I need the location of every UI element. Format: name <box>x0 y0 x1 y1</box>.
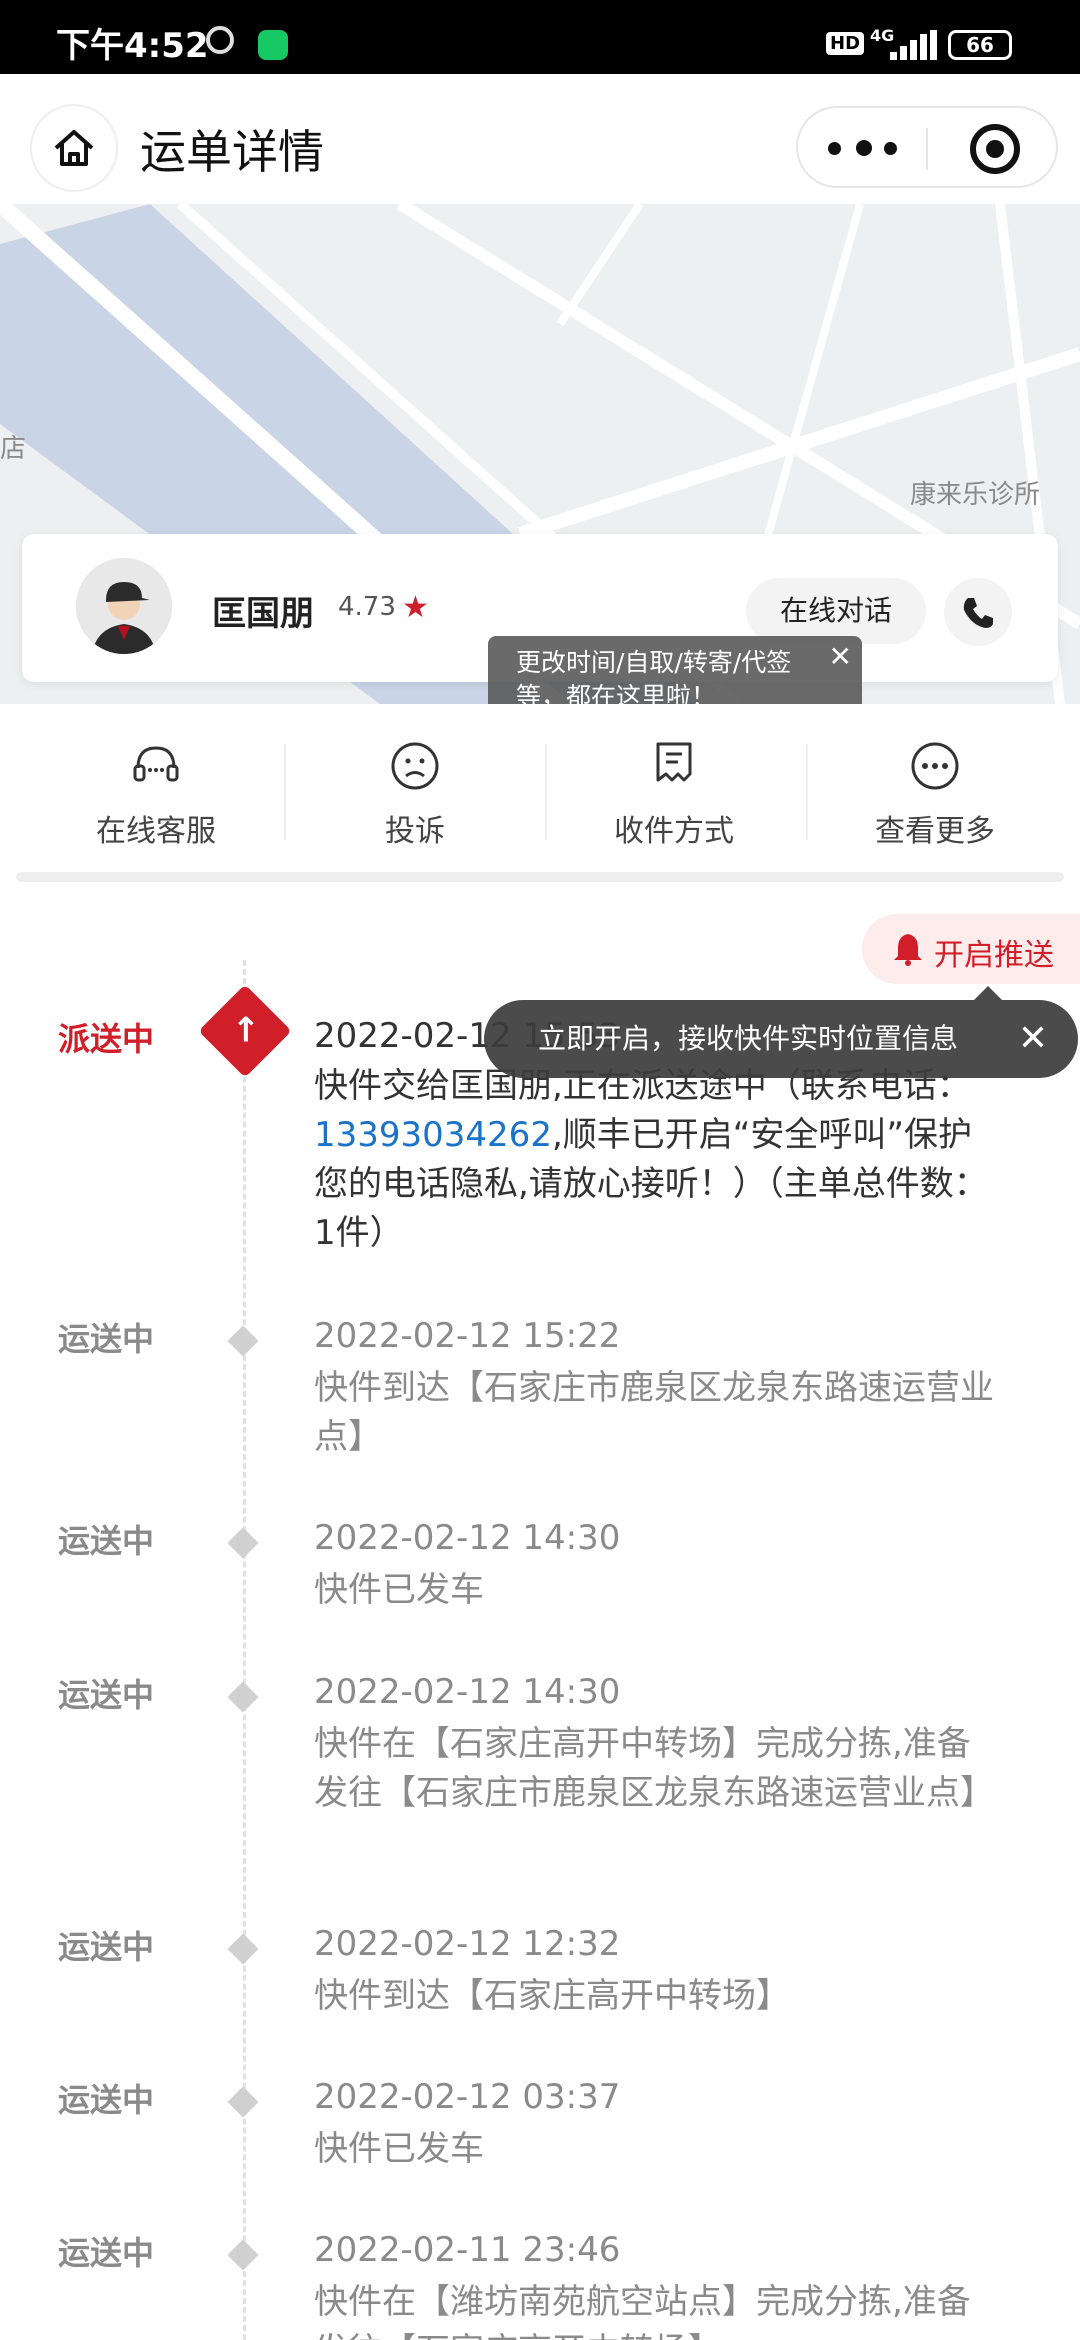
timeline-status: 运送中 <box>58 1522 155 1560</box>
courier-phone-link[interactable]: 13393034262 <box>314 1115 552 1155</box>
enable-push-button[interactable]: 开启推送 <box>862 914 1080 984</box>
section-divider <box>16 872 1064 882</box>
timeline-time: 2022-02-12 12:32 <box>314 1924 621 1964</box>
timeline-dot <box>227 1681 259 1713</box>
status-time: 下午4:52 <box>56 26 209 66</box>
status-bar: 下午4:52 HD 4G 66 <box>0 0 1080 74</box>
timeline-status: 派送中 <box>58 1020 155 1058</box>
hd-icon: HD <box>826 32 865 55</box>
capsule-divider <box>926 128 928 170</box>
timeline-time: 2022-02-12 03:37 <box>314 2077 621 2117</box>
tooltip-arrow <box>974 986 1002 1000</box>
timeline-status: 运送中 <box>58 1928 155 1966</box>
complaint-button[interactable]: 投诉 <box>285 740 545 850</box>
close-icon[interactable]: ✕ <box>1018 1000 1048 1078</box>
timeline-status: 运送中 <box>58 1676 155 1714</box>
timeline-dot <box>227 1933 259 1965</box>
tooltip-text: 立即开启，接收快件实时位置信息 <box>538 1022 959 1055</box>
receive-method-button[interactable]: 收件方式 <box>544 740 804 850</box>
timeline-dot <box>227 2239 259 2271</box>
action-label: 收件方式 <box>614 814 734 849</box>
receipt-edit-icon <box>648 740 700 792</box>
sad-face-icon <box>389 740 441 792</box>
map-label: 店 <box>0 434 27 464</box>
signal-icon <box>890 30 938 60</box>
timeline-status: 运送中 <box>58 2234 155 2272</box>
courier-avatar <box>76 558 172 654</box>
close-icon[interactable]: ✕ <box>829 640 852 674</box>
online-chat-button[interactable]: 在线对话 <box>746 578 926 644</box>
home-icon <box>54 130 94 166</box>
timeline-time: 2022-02-12 14:30 <box>314 1672 621 1712</box>
customer-service-button[interactable]: 在线客服 <box>26 740 286 850</box>
timeline-desc: 快件已发车 <box>314 1570 484 1610</box>
phone-icon <box>963 598 993 628</box>
star-icon: ★ <box>402 590 429 625</box>
mini-program-capsule <box>796 106 1058 188</box>
timeline-dot <box>227 1527 259 1559</box>
app-header: 运单详情 <box>0 74 1080 204</box>
call-courier-button[interactable] <box>944 578 1012 646</box>
tooltip-text: 更改时间/自取/转寄/代签等，都在这里啦！ <box>516 648 792 711</box>
delivering-icon: ↑ <box>198 984 292 1078</box>
page-title: 运单详情 <box>140 125 324 179</box>
view-more-button[interactable]: 查看更多 <box>805 740 1065 850</box>
more-circle-icon <box>909 740 961 792</box>
push-label: 开启推送 <box>934 938 1054 973</box>
timeline-time: 2022-02-12 15:22 <box>314 1316 621 1356</box>
timeline-desc: 快件在【潍坊南苑航空站点】完成分拣,准备发往【石家庄高开中转场】 <box>314 2282 971 2340</box>
timeline-status: 运送中 <box>58 2081 155 2119</box>
battery-icon: 66 <box>948 30 1012 60</box>
action-label: 查看更多 <box>875 814 995 849</box>
timeline-desc: 快件到达【石家庄市鹿泉区龙泉东路速运营业点】 <box>314 1368 994 1457</box>
bell-icon <box>894 934 922 966</box>
action-label: 投诉 <box>385 814 445 849</box>
timeline-dot <box>227 1325 259 1357</box>
actions-row: 在线客服 投诉 收件方式 查看更多 <box>0 704 1080 874</box>
timeline-desc: 快件到达【石家庄高开中转场】 <box>314 1976 790 2016</box>
timeline-desc: 快件交给匡国朋,正在派送途中（联系电话：13393034262,顺丰已开启“安全… <box>314 1062 994 1258</box>
headset-icon <box>130 740 182 792</box>
push-tip-tooltip: 立即开启，接收快件实时位置信息 ✕ <box>484 986 1078 1078</box>
alarm-icon <box>206 26 234 54</box>
timeline-line <box>243 960 246 2340</box>
close-mini-program-button[interactable] <box>970 124 1020 174</box>
home-button[interactable] <box>32 106 116 190</box>
timeline-time: 2022-02-11 23:46 <box>314 2230 621 2270</box>
courier-rating: 4.73 <box>338 592 396 622</box>
call-app-icon <box>258 30 288 60</box>
map-label: 康来乐诊所 <box>910 480 1041 510</box>
timeline-dot <box>227 2086 259 2118</box>
timeline-status: 运送中 <box>58 1320 155 1358</box>
courier-name: 匡国朋 <box>212 594 314 634</box>
timeline-desc: 快件在【石家庄高开中转场】完成分拣,准备发往【石家庄市鹿泉区龙泉东路速运营业点】 <box>314 1724 994 1813</box>
timeline-time: 2022-02-12 14:30 <box>314 1518 621 1558</box>
timeline-desc: 快件已发车 <box>314 2129 484 2169</box>
action-label: 在线客服 <box>96 814 216 849</box>
more-menu-button[interactable] <box>828 134 898 164</box>
